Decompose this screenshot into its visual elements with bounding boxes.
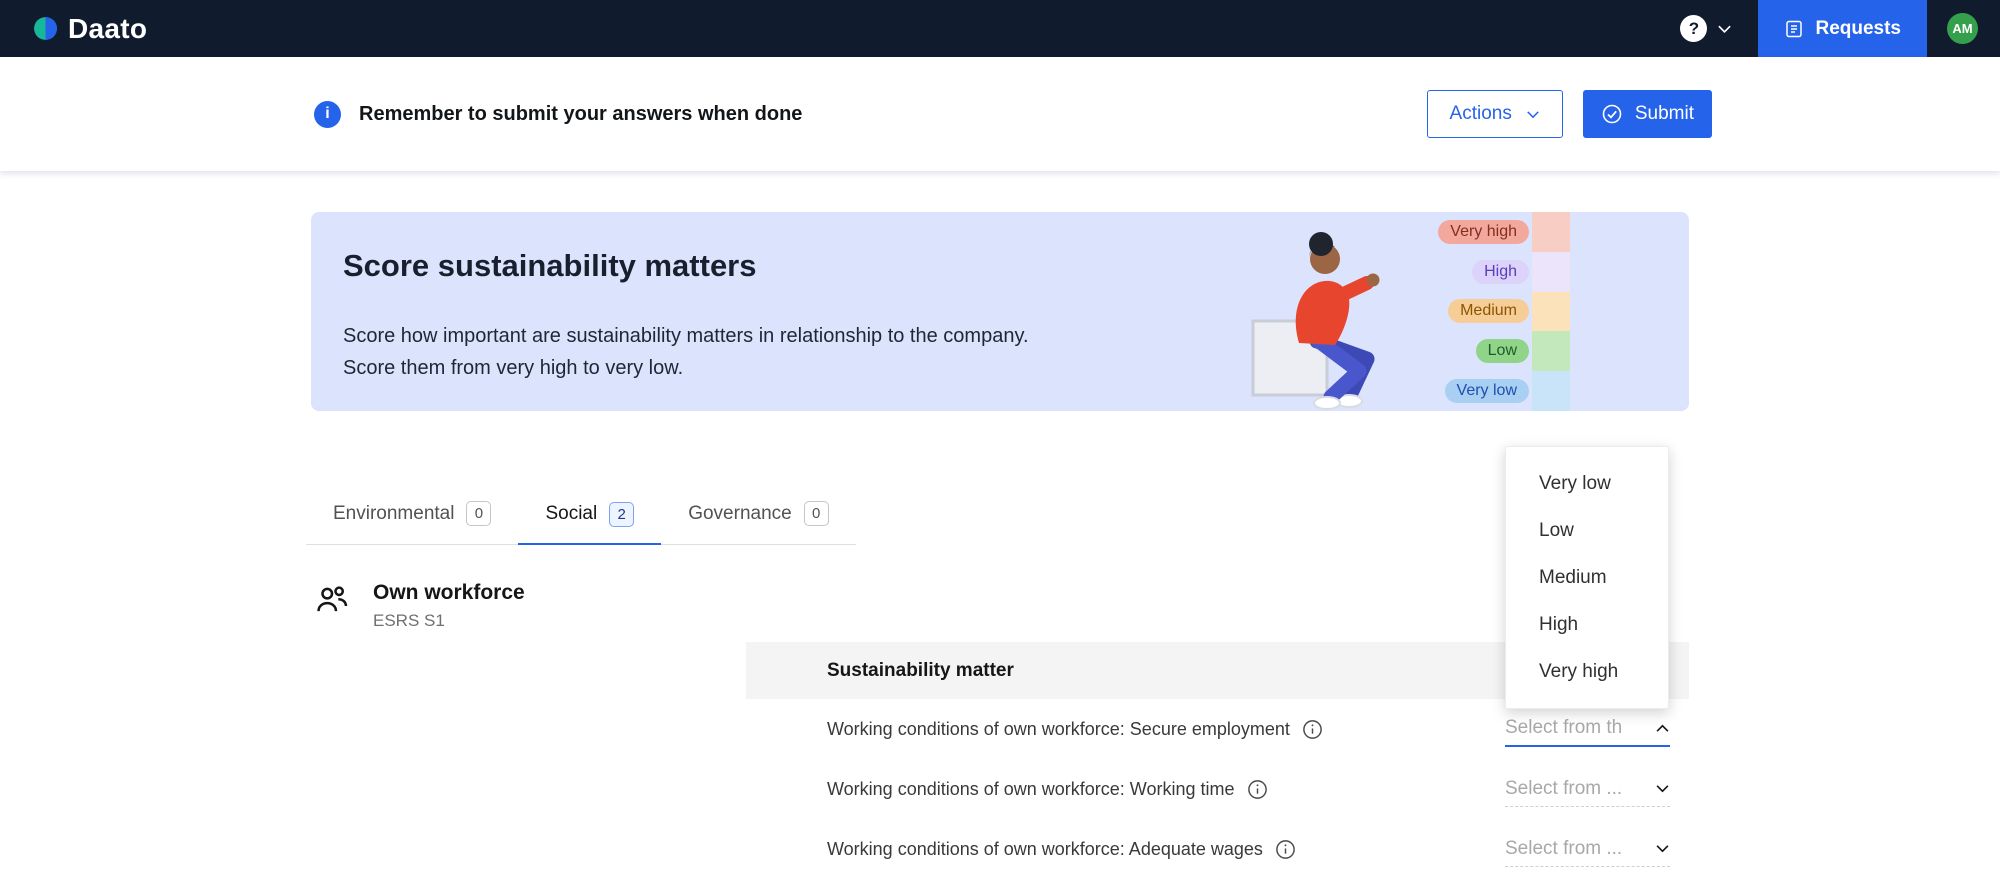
scale-bar-very-high bbox=[1532, 212, 1570, 252]
tab-social[interactable]: Social 2 bbox=[518, 501, 662, 545]
tab-label: Social bbox=[545, 503, 598, 524]
help-icon: ? bbox=[1688, 18, 1700, 38]
tab-label: Environmental bbox=[333, 502, 455, 524]
table-row: Working conditions of own workforce: Wor… bbox=[746, 759, 1689, 819]
scale-pill-very-high: Very high bbox=[1438, 219, 1529, 244]
score-banner: Score sustainability matters Score how i… bbox=[311, 212, 1689, 411]
requests-label: Requests bbox=[1815, 17, 1901, 39]
brand[interactable]: Daato bbox=[32, 13, 147, 45]
category-tabs: Environmental 0 Social 2 Governance 0 bbox=[306, 501, 856, 545]
chevron-down-icon bbox=[1527, 110, 1539, 118]
info-icon[interactable] bbox=[1302, 719, 1323, 740]
scale-row: Very high bbox=[1438, 212, 1570, 252]
requests-button[interactable]: Requests bbox=[1758, 0, 1927, 57]
scale-bar-high bbox=[1532, 251, 1570, 292]
info-icon[interactable] bbox=[1247, 779, 1268, 800]
select-value: Select from ... bbox=[1505, 777, 1623, 799]
subheader: i Remember to submit your answers when d… bbox=[0, 57, 2000, 171]
scale-bar-very-low bbox=[1532, 371, 1570, 411]
top-navbar: Daato ? Requests AM bbox=[0, 0, 2000, 57]
submit-button[interactable]: Submit bbox=[1582, 90, 1712, 138]
chevron-down-icon bbox=[1655, 844, 1670, 853]
submit-label: Submit bbox=[1634, 103, 1694, 124]
own-workforce-icon bbox=[317, 586, 348, 612]
brand-name: Daato bbox=[68, 12, 148, 44]
scale-pill-high: High bbox=[1472, 259, 1529, 284]
option-low[interactable]: Low bbox=[1506, 507, 1668, 554]
option-very-high[interactable]: Very high bbox=[1506, 648, 1668, 695]
scale-row: Low bbox=[1438, 331, 1570, 372]
requests-icon bbox=[1786, 20, 1803, 37]
submit-reminder-notice: i Remember to submit your answers when d… bbox=[314, 100, 803, 128]
chevron-down-icon bbox=[1655, 784, 1670, 793]
social-section: Own workforce ESRS S1 Sustainability mat… bbox=[311, 571, 1689, 879]
tab-environmental[interactable]: Environmental 0 bbox=[306, 501, 518, 544]
help-button[interactable]: ? bbox=[1680, 15, 1708, 42]
notice-text: Remember to submit your answers when don… bbox=[359, 102, 803, 125]
scale-pill-very-low: Very low bbox=[1444, 379, 1529, 404]
matter-label: Working conditions of own workforce: Wor… bbox=[827, 778, 1235, 799]
priority-scale: Very high High Medium Low Very low bbox=[1438, 212, 1570, 411]
chevron-down-icon[interactable] bbox=[1717, 24, 1732, 34]
info-icon[interactable] bbox=[1275, 839, 1296, 860]
matter-label: Working conditions of own workforce: Ade… bbox=[827, 838, 1263, 859]
option-high[interactable]: High bbox=[1506, 601, 1668, 648]
scale-pill-low: Low bbox=[1475, 339, 1529, 364]
score-dropdown-menu: Very low Low Medium High Very high bbox=[1505, 446, 1669, 709]
actions-label: Actions bbox=[1449, 103, 1512, 124]
person-illustration bbox=[1251, 232, 1380, 410]
daato-logo-icon bbox=[34, 17, 57, 40]
info-icon: i bbox=[314, 100, 341, 128]
tab-label: Governance bbox=[688, 502, 792, 524]
option-very-low[interactable]: Very low bbox=[1506, 460, 1668, 507]
chevron-up-icon bbox=[1655, 724, 1670, 733]
option-medium[interactable]: Medium bbox=[1506, 554, 1668, 601]
scale-row: Very low bbox=[1438, 371, 1570, 411]
select-value: Select from ... bbox=[1505, 837, 1623, 859]
scale-row: Medium bbox=[1438, 291, 1570, 332]
score-select[interactable]: Select from ... bbox=[1505, 831, 1670, 867]
select-value: Select from th bbox=[1505, 717, 1623, 738]
scale-pill-medium: Medium bbox=[1448, 299, 1529, 324]
avatar[interactable]: AM bbox=[1947, 13, 1978, 44]
score-select[interactable]: Select from ... bbox=[1505, 771, 1670, 807]
topic-subtitle: ESRS S1 bbox=[373, 611, 445, 630]
check-circle-icon bbox=[1602, 104, 1622, 124]
tab-count-badge: 0 bbox=[466, 501, 492, 526]
scale-row: High bbox=[1438, 251, 1570, 292]
actions-button[interactable]: Actions bbox=[1426, 90, 1563, 138]
topic-header: Own workforce ESRS S1 bbox=[311, 571, 746, 879]
table-row: Working conditions of own workforce: Ade… bbox=[746, 819, 1689, 879]
score-select[interactable]: Select from th bbox=[1505, 711, 1670, 747]
matter-label: Working conditions of own workforce: Sec… bbox=[827, 718, 1290, 739]
tab-governance[interactable]: Governance 0 bbox=[661, 501, 856, 544]
scale-bar-medium bbox=[1532, 291, 1570, 332]
tab-count-badge: 2 bbox=[609, 501, 635, 527]
scale-bar-low bbox=[1532, 331, 1570, 372]
topic-title: Own workforce bbox=[373, 581, 525, 604]
tab-count-badge: 0 bbox=[803, 501, 829, 526]
